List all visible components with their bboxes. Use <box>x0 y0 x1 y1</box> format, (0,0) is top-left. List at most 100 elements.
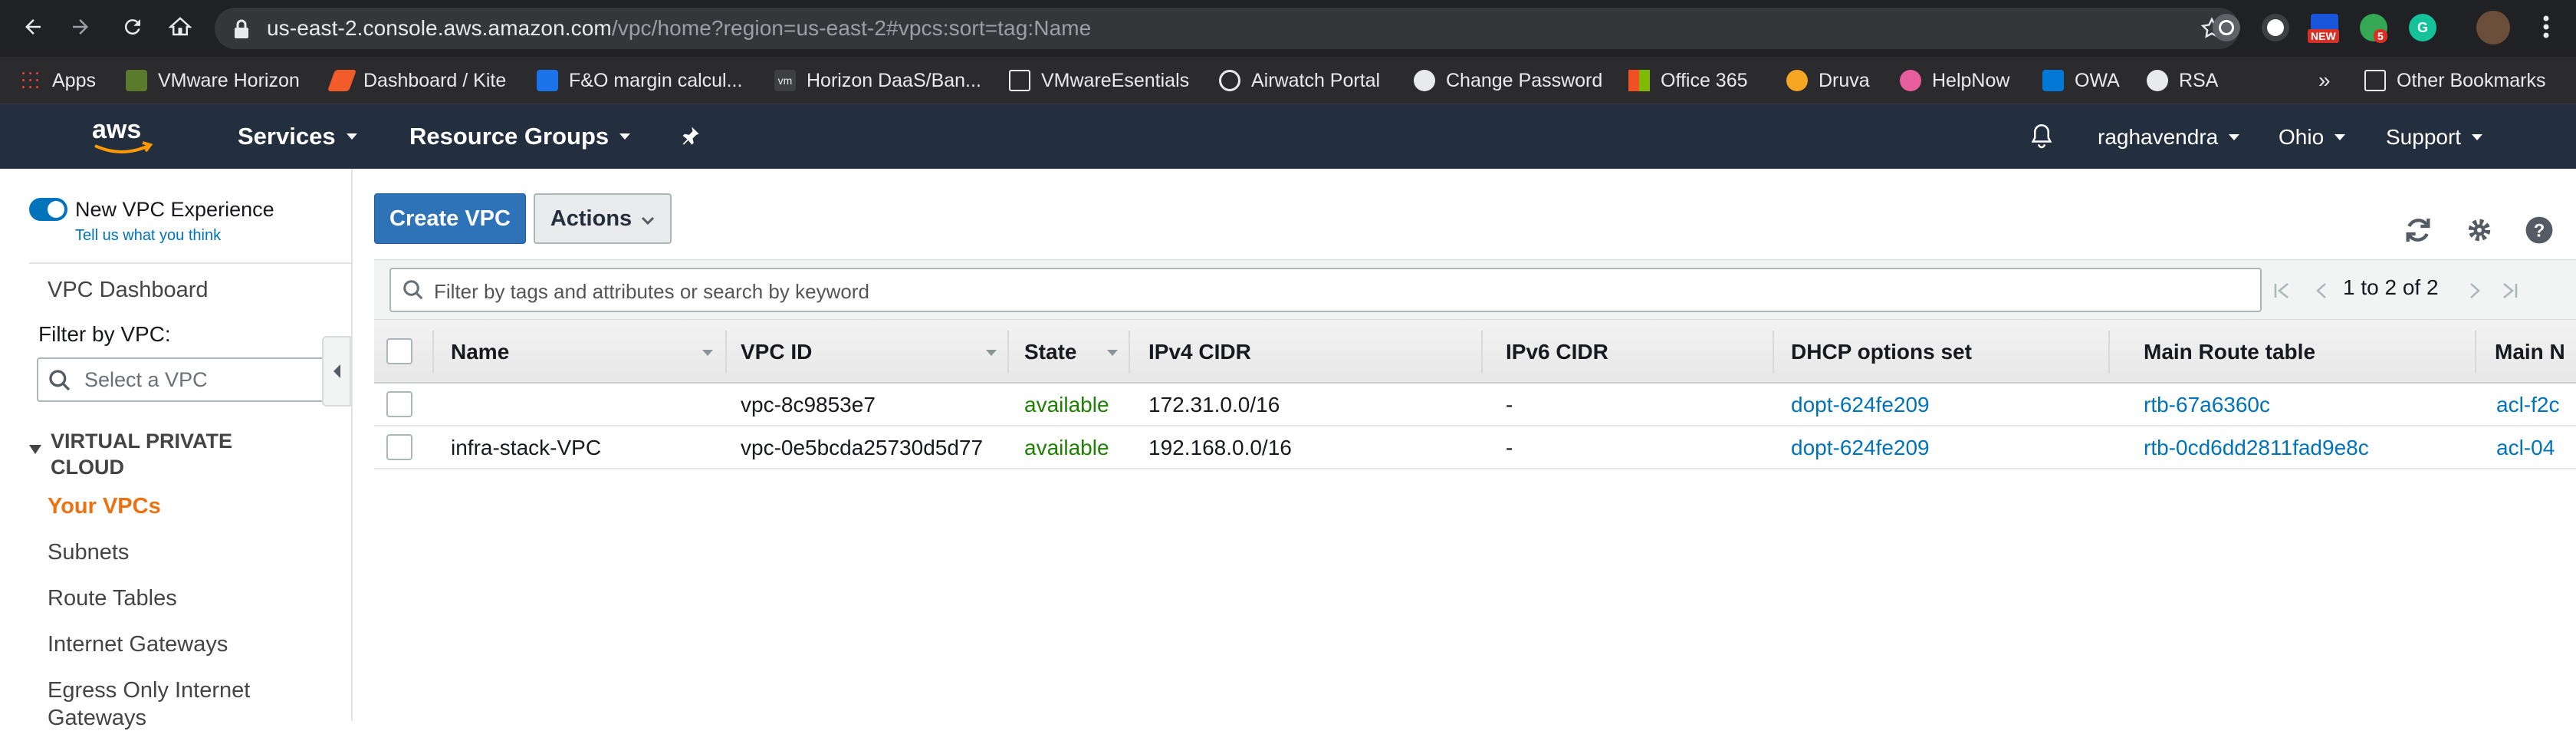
cell-dhcp-options-link[interactable]: dopt-624fe209 <box>1791 436 1930 460</box>
select-all-checkbox[interactable] <box>386 338 412 364</box>
last-page-icon[interactable] <box>2496 277 2524 305</box>
filter-by-vpc-label: Filter by VPC: <box>38 322 171 346</box>
column-header-vpc-id[interactable]: VPC ID <box>741 320 812 384</box>
bookmark-horizon-daas[interactable]: vm Horizon DaaS/Ban... <box>774 66 981 95</box>
column-header-ipv4-cidr[interactable]: IPv4 CIDR <box>1148 320 1251 384</box>
column-divider <box>432 331 434 374</box>
column-header-main-network-acl[interactable]: Main N <box>2495 320 2565 384</box>
bell-icon[interactable] <box>2030 123 2053 149</box>
sidebar-item-egress-only-internet-gateways[interactable]: Egress Only Internet <box>48 678 250 703</box>
column-header-name[interactable]: Name <box>451 320 509 384</box>
sort-icon[interactable] <box>1107 350 1118 356</box>
cell-vpc-id: vpc-0e5bcda25730d5d77 <box>741 436 984 459</box>
bookmark-office365[interactable]: Office 365 <box>1628 66 1748 95</box>
bookmark-fo-margin[interactable]: F&O margin calcul... <box>537 66 742 95</box>
account-menu[interactable]: raghavendra <box>2098 125 2240 150</box>
column-header-state[interactable]: State <box>1024 320 1076 384</box>
bookmark-helpnow[interactable]: HelpNow <box>1900 66 2009 95</box>
cell-ipv4-cidr: 192.168.0.0/16 <box>1148 436 1292 459</box>
extension-icon[interactable] <box>2262 14 2289 41</box>
cell-vpc-id: vpc-8c9853e7 <box>741 393 876 417</box>
cell-network-acl-link[interactable]: acl-04 <box>2496 436 2555 460</box>
back-arrow-icon[interactable] <box>15 9 51 44</box>
actions-button[interactable]: Actions <box>534 193 672 244</box>
collapse-sidebar-button[interactable] <box>322 336 351 407</box>
column-header-dhcp-options[interactable]: DHCP options set <box>1791 320 1972 384</box>
browser-toolbar: us-east-2.console.aws.amazon.com/vpc/hom… <box>0 0 2576 57</box>
caret-down-icon[interactable] <box>28 443 43 459</box>
forward-arrow-icon[interactable] <box>63 9 98 44</box>
cell-state: available <box>1024 436 1109 459</box>
create-vpc-button[interactable]: Create VPC <box>374 193 526 244</box>
vm-icon: vm <box>774 70 796 91</box>
sidebar-item-internet-gateways[interactable]: Internet Gateways <box>48 632 228 657</box>
next-page-icon[interactable] <box>2461 277 2489 305</box>
toggle-knob <box>48 201 64 218</box>
search-placeholder: Filter by tags and attributes or search … <box>434 280 869 303</box>
avatar[interactable] <box>2476 11 2510 44</box>
column-header-main-route-table[interactable]: Main Route table <box>2144 320 2315 384</box>
reload-icon[interactable] <box>115 9 150 44</box>
cell-route-table-link[interactable]: rtb-67a6360c <box>2144 393 2270 417</box>
table-search-input[interactable]: Filter by tags and attributes or search … <box>389 268 2262 312</box>
globe-icon <box>2147 70 2168 91</box>
cell-route-table-link[interactable]: rtb-0cd6dd2811fad9e8c <box>2144 436 2369 460</box>
svg-text:aws: aws <box>92 115 141 144</box>
first-page-icon[interactable] <box>2268 277 2295 305</box>
menu-dots-icon[interactable] <box>2528 9 2564 44</box>
services-menu[interactable]: Services <box>238 123 357 150</box>
table-row[interactable]: vpc-8c9853e7 available 172.31.0.0/16 - d… <box>374 384 2576 426</box>
aws-logo[interactable]: aws <box>90 115 158 162</box>
address-bar[interactable]: us-east-2.console.aws.amazon.com/vpc/hom… <box>215 8 2239 49</box>
resource-groups-menu[interactable]: Resource Groups <box>409 123 631 150</box>
column-header-ipv6-cidr[interactable]: IPv6 CIDR <box>1506 320 1608 384</box>
new-badge: NEW <box>2308 29 2339 43</box>
column-divider <box>2475 331 2476 374</box>
row-checkbox[interactable] <box>386 434 412 460</box>
bookmarks-bar: Apps VMware Horizon Dashboard / Kite F&O… <box>0 57 2576 104</box>
bookmark-vmware-horizon[interactable]: VMware Horizon <box>126 66 300 95</box>
help-icon[interactable]: ? <box>2522 213 2556 247</box>
vpc-filter-select[interactable]: Select a VPC <box>37 357 328 402</box>
home-icon[interactable] <box>163 9 198 44</box>
cell-network-acl-link[interactable]: acl-f2c <box>2496 393 2559 417</box>
new-vpc-experience-toggle[interactable] <box>29 198 67 221</box>
bookmark-druva[interactable]: Druva <box>1786 66 1870 95</box>
grammarly-icon[interactable]: G <box>2409 14 2436 41</box>
refresh-icon[interactable] <box>2401 213 2435 247</box>
bookmark-rsa[interactable]: RSA <box>2147 66 2218 95</box>
url-text: us-east-2.console.aws.amazon.com/vpc/hom… <box>267 16 1092 40</box>
feedback-link[interactable]: Tell us what you think <box>75 227 221 245</box>
extension-icon[interactable] <box>2213 14 2240 41</box>
bookmark-kite[interactable]: Dashboard / Kite <box>327 66 506 95</box>
extension-icon[interactable]: NEW <box>2308 14 2339 43</box>
helpnow-icon <box>1900 70 1921 91</box>
sidebar-item-your-vpcs[interactable]: Your VPCs <box>48 494 161 519</box>
sidebar-item-vpc-dashboard[interactable]: VPC Dashboard <box>48 278 209 303</box>
bookmark-apps[interactable]: Apps <box>20 66 96 95</box>
sort-icon[interactable] <box>986 350 997 356</box>
support-menu[interactable]: Support <box>2386 125 2483 150</box>
region-menu[interactable]: Ohio <box>2279 125 2346 150</box>
extension-icon[interactable]: 5 <box>2360 14 2387 43</box>
bookmark-other[interactable]: Other Bookmarks <box>2364 66 2546 95</box>
row-checkbox[interactable] <box>386 391 412 417</box>
pin-icon[interactable] <box>679 124 701 147</box>
search-icon <box>402 278 425 305</box>
sidebar-item-route-tables[interactable]: Route Tables <box>48 586 177 611</box>
sort-icon[interactable] <box>702 350 713 356</box>
pagination-text: 1 to 2 of 2 <box>2343 275 2439 299</box>
column-divider <box>1773 331 1774 374</box>
cell-dhcp-options-link[interactable]: dopt-624fe209 <box>1791 393 1930 417</box>
bookmark-change-password[interactable]: Change Password <box>1414 66 1602 95</box>
sidebar-item-egress-only-internet-gateways-2[interactable]: Gateways <box>48 706 146 731</box>
bookmark-folder[interactable]: VMwareEsentials <box>1009 66 1189 95</box>
gear-icon[interactable] <box>2463 213 2496 247</box>
kite-icon <box>327 70 357 91</box>
bookmark-owa[interactable]: OWA <box>2042 66 2120 95</box>
table-row[interactable]: infra-stack-VPC vpc-0e5bcda25730d5d77 av… <box>374 426 2576 469</box>
sidebar-item-subnets[interactable]: Subnets <box>48 540 129 565</box>
bookmark-airwatch[interactable]: Airwatch Portal <box>1219 66 1380 95</box>
previous-page-icon[interactable] <box>2308 277 2335 305</box>
bookmarks-overflow-icon[interactable]: » <box>2318 66 2331 95</box>
